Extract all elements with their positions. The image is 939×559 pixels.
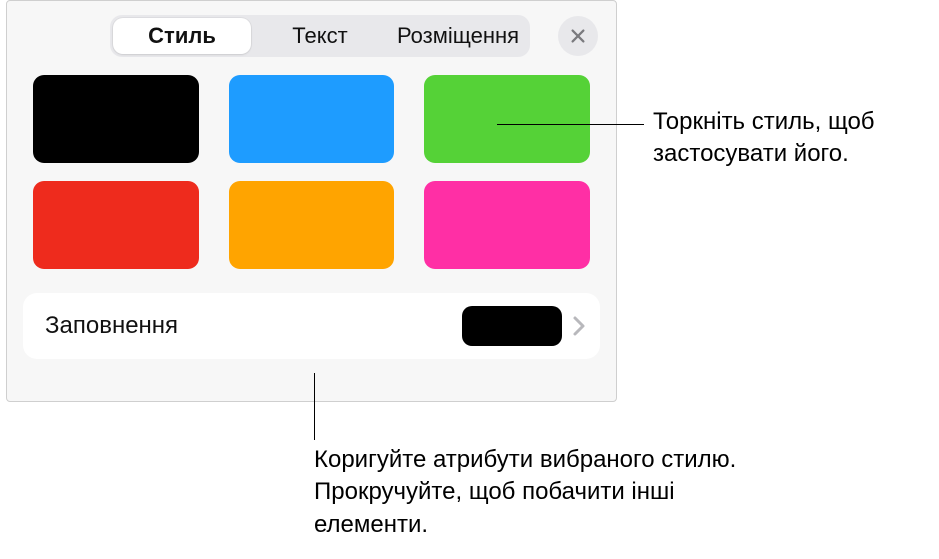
segmented-control: Стиль Текст Розміщення (110, 15, 530, 57)
style-swatch-black[interactable] (33, 75, 199, 163)
fill-label: Заповнення (45, 312, 462, 340)
style-swatch-pink[interactable] (424, 181, 590, 269)
close-button[interactable] (558, 16, 598, 56)
tab-style[interactable]: Стиль (113, 18, 251, 54)
callout-adjust-attributes: Коригуйте атрибути вибраного стилю. Прок… (314, 444, 744, 541)
tab-layout[interactable]: Розміщення (389, 18, 527, 54)
callout-lead-line-vertical (314, 373, 315, 440)
style-swatch-green[interactable] (424, 75, 590, 163)
format-panel: Стиль Текст Розміщення Заповнення (6, 0, 617, 402)
header-row: Стиль Текст Розміщення (7, 1, 616, 67)
tab-text[interactable]: Текст (251, 18, 389, 54)
style-swatch-grid (7, 67, 616, 287)
style-swatch-blue[interactable] (229, 75, 395, 163)
fill-row[interactable]: Заповнення (23, 293, 600, 359)
callout-tap-style: Торкніть стиль, щоб застосувати його. (653, 106, 933, 171)
chevron-right-icon (572, 315, 586, 337)
callout-lead-line (497, 124, 644, 125)
style-swatch-red[interactable] (33, 181, 199, 269)
close-icon (569, 27, 587, 45)
style-swatch-orange[interactable] (229, 181, 395, 269)
fill-color-preview (462, 306, 562, 346)
